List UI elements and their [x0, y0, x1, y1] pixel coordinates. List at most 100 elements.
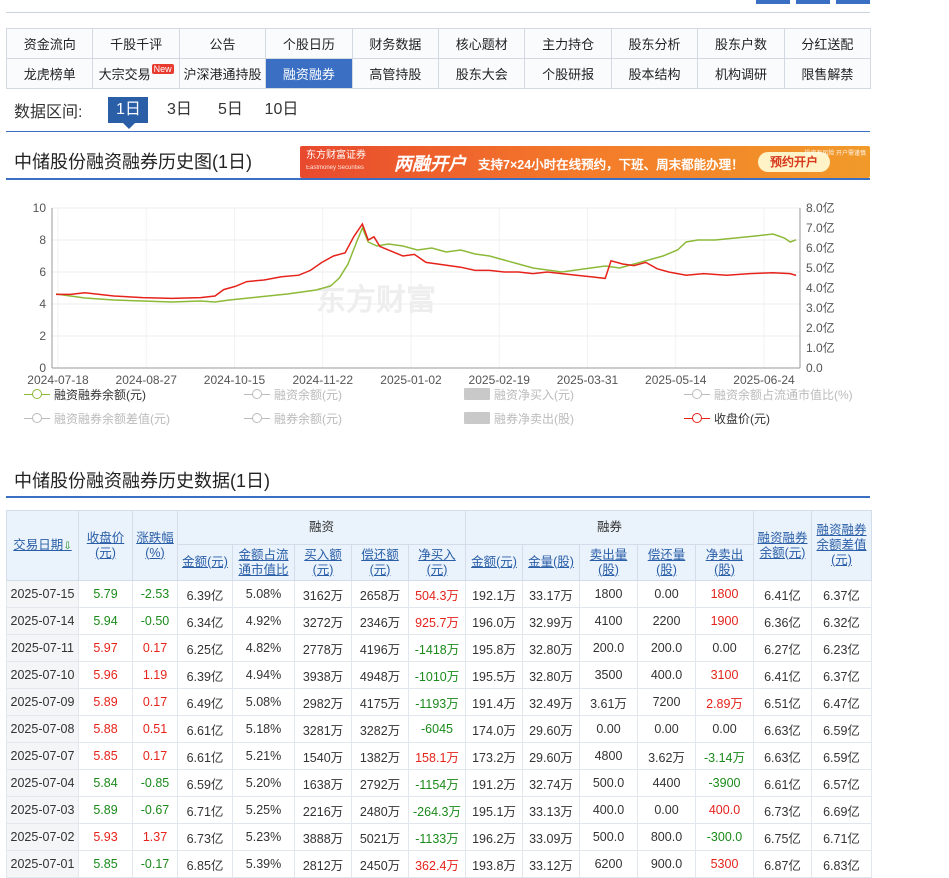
table-cell: 5.93 [78, 823, 133, 851]
ad-banner[interactable]: 东方财富证券 Eastmoney Securities 两融开户 支持7×24小… [300, 146, 870, 178]
legend-line-icon [244, 388, 270, 400]
table-cell: 2025-07-09 [6, 688, 79, 716]
table-cell: 5.23% [232, 823, 295, 851]
table-cell: 6.87亿 [753, 850, 812, 878]
table-cell: 6.85亿 [177, 850, 233, 878]
nav-item-label: 个股研报 [542, 67, 595, 82]
table-cell: 6.51亿 [753, 688, 812, 716]
y-right-tick-label: 1.0亿 [806, 340, 835, 355]
table-cell: 4800 [579, 742, 638, 770]
nav-item[interactable]: 财务数据 [352, 29, 440, 59]
nav-item[interactable]: 主力持仓 [525, 29, 612, 59]
table-cell: 6.57亿 [811, 769, 872, 797]
col-rz-4[interactable]: 净买入(元) [408, 544, 466, 581]
nav-item[interactable]: 高管持股 [352, 59, 440, 89]
y-right-tick-label: 3.0亿 [806, 300, 835, 315]
legend-item[interactable]: 融券余额(元) [244, 410, 342, 427]
nav-item[interactable]: 分红送配 [784, 29, 872, 59]
legend-item[interactable]: 融资余额(元) [244, 386, 342, 403]
nav-item[interactable]: 个股日历 [266, 29, 353, 59]
nav-item[interactable]: 股东分析 [611, 29, 699, 59]
nav-item[interactable]: 沪深港通持股 [179, 59, 267, 89]
col-total[interactable]: 融资融券余额(元) [753, 510, 812, 581]
col-rz-1[interactable]: 金额占流通市值比 [232, 544, 295, 581]
table-cell: 6.71亿 [177, 796, 233, 824]
table-cell: 6.39亿 [177, 661, 233, 689]
nav-item[interactable]: 限售解禁 [784, 59, 872, 89]
nav-item[interactable]: 公告 [179, 29, 267, 59]
legend-label: 融资融券余额差值(元) [54, 411, 170, 426]
y-left-tick-label: 10 [33, 201, 47, 215]
col-rq-0[interactable]: 金额(元) [465, 544, 523, 581]
col-rz-0[interactable]: 金额(元) [177, 544, 233, 581]
col-date[interactable]: 交易日期⇩ [6, 510, 79, 581]
table-cell: -0.67 [132, 796, 178, 824]
table-cell: 2.89万 [695, 688, 754, 716]
table-cell: 1800 [579, 580, 638, 608]
legend-item[interactable]: 融资融券余额(元) [24, 386, 146, 403]
y-right-tick-label: 7.0亿 [806, 220, 835, 235]
legend-item[interactable]: 融券净卖出(股) [464, 410, 574, 427]
nav-item[interactable]: 机构调研 [698, 59, 785, 89]
range-option[interactable]: 3日 [159, 97, 199, 123]
legend-item[interactable]: 融资余额占流通市值比(%) [684, 386, 853, 403]
nav-item[interactable]: 股本结构 [611, 59, 699, 89]
nav-item[interactable]: 个股研报 [525, 59, 612, 89]
table-cell: 4948万 [351, 661, 409, 689]
col-rq-2[interactable]: 卖出量(股) [579, 544, 638, 581]
col-rz-2[interactable]: 买入额(元) [294, 544, 352, 581]
table-cell: 6.39亿 [177, 580, 233, 608]
range-option[interactable]: 5日 [210, 97, 250, 123]
nav-item-label: 千股千评 [110, 37, 163, 52]
nav-item-label: 股东户数 [714, 37, 767, 52]
table-cell: 6.27亿 [753, 634, 812, 662]
nav-item[interactable]: 龙虎榜单 [7, 59, 94, 89]
table-cell: 1800 [695, 580, 754, 608]
col-rq-1[interactable]: 金量(股) [522, 544, 580, 581]
table-cell: 29.60万 [522, 715, 580, 743]
table-cell: 2025-07-02 [6, 823, 79, 851]
table-cell: 4100 [579, 607, 638, 635]
col-rq-3[interactable]: 偿还量(股) [637, 544, 696, 581]
nav-item[interactable]: 资金流向 [7, 29, 94, 59]
table-cell: 6.61亿 [177, 742, 233, 770]
header-button[interactable] [836, 0, 870, 4]
table-row: 2025-07-10 5.96 1.19 6.39亿 4.94% 3938万 4948万 -1… [6, 661, 872, 689]
header-button[interactable] [756, 0, 790, 4]
legend-label: 融资融券余额(元) [54, 387, 146, 402]
col-rq-4[interactable]: 净卖出(股) [695, 544, 754, 581]
col-change[interactable]: 涨跌幅(%) [132, 510, 178, 581]
legend-item[interactable]: 融资净买入(元) [464, 386, 574, 403]
y-left-tick-label: 2 [39, 329, 46, 343]
table-cell: 0.17 [132, 688, 178, 716]
range-option[interactable]: 10日 [261, 97, 301, 123]
table-cell: 800.0 [637, 823, 696, 851]
y-left-tick-label: 8 [39, 233, 46, 247]
nav-item[interactable]: 大宗交易 New [93, 59, 180, 89]
header-button[interactable] [796, 0, 830, 4]
table-cell: 5.97 [78, 634, 133, 662]
group-rq: 融券 [465, 510, 754, 545]
nav-item[interactable]: 千股千评 [93, 29, 180, 59]
table-row: 2025-07-11 5.97 0.17 6.25亿 4.82% 2778万 4196万 -1… [6, 634, 872, 662]
table-cell: 3272万 [294, 607, 352, 635]
nav-item[interactable]: 股东户数 [698, 29, 785, 59]
table-cell: 193.8万 [465, 850, 523, 878]
table-cell: 2025-07-04 [6, 769, 79, 797]
legend-item[interactable]: 融资融券余额差值(元) [24, 410, 170, 427]
col-rz-3[interactable]: 偿还额(元) [351, 544, 409, 581]
table-cell: 5.85 [78, 742, 133, 770]
table-cell: 400.0 [695, 796, 754, 824]
nav-item[interactable]: 核心题材 [439, 29, 526, 59]
range-selector: 数据区间: 1日 3日 5日 10日 [14, 96, 312, 129]
legend-line-icon [24, 412, 50, 424]
table-cell: 400.0 [637, 661, 696, 689]
group-rz: 融资 [177, 510, 466, 545]
legend-item[interactable]: 收盘价(元) [684, 410, 770, 427]
nav-item[interactable]: 融资融券 [266, 59, 353, 89]
col-close[interactable]: 收盘价(元) [78, 510, 133, 581]
col-diff[interactable]: 融资融券余额差值(元) [811, 510, 872, 581]
range-option[interactable]: 1日 [108, 97, 149, 129]
y-left-tick-label: 6 [39, 265, 46, 279]
nav-item[interactable]: 股东大会 [439, 59, 526, 89]
